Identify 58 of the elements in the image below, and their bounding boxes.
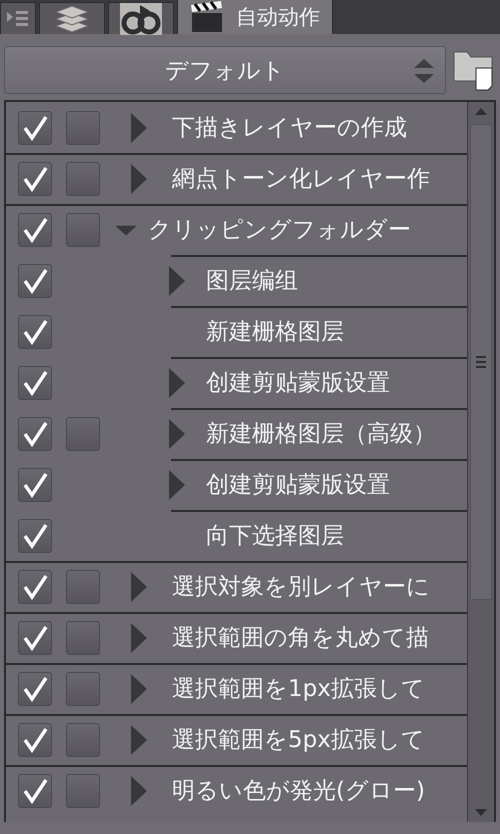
expand-icon[interactable] (129, 622, 147, 652)
dialog-toggle[interactable] (66, 570, 100, 604)
enable-checkbox[interactable] (18, 110, 52, 144)
panel-tab[interactable] (108, 2, 174, 34)
action-name[interactable]: 向下选择图层 (206, 520, 344, 551)
up-down-icon (413, 59, 435, 83)
action-name[interactable]: 新建栅格图层 (206, 316, 344, 347)
expand-icon[interactable] (129, 164, 147, 194)
action-name[interactable]: 创建剪贴蒙版设置 (206, 469, 390, 500)
enable-checkbox[interactable] (18, 722, 52, 756)
action-name[interactable]: 创建剪贴蒙版设置 (206, 367, 390, 398)
action-name[interactable]: 新建栅格图层（高级） (206, 418, 436, 449)
expand-icon[interactable] (129, 724, 147, 754)
expand-icon[interactable] (129, 674, 147, 704)
panel-tab[interactable] (0, 2, 36, 34)
action-name[interactable]: クリッピングフォルダー (148, 214, 411, 245)
action-name[interactable]: 明るい色が発光(グロー) (172, 775, 425, 806)
dialog-toggle[interactable] (66, 162, 100, 196)
dialog-toggle[interactable] (66, 212, 100, 246)
enable-checkbox[interactable] (18, 518, 52, 552)
action-name[interactable]: 選択対象を別レイヤーに (172, 571, 430, 602)
layers-icon (52, 4, 92, 34)
expand-icon[interactable] (129, 572, 147, 602)
action-name[interactable]: 图层编组 (206, 265, 298, 296)
enable-checkbox[interactable] (18, 314, 52, 348)
expand-icon[interactable] (167, 368, 185, 398)
action-name[interactable]: 網点トーン化レイヤー作 (172, 163, 430, 194)
scrollbar[interactable] (467, 102, 494, 822)
panel-tab[interactable]: 自动动作 (177, 0, 333, 34)
dialog-toggle[interactable] (66, 774, 100, 808)
expand-icon[interactable] (167, 418, 185, 448)
expand-icon[interactable] (167, 470, 185, 500)
action-name[interactable]: 下描きレイヤーの作成 (172, 112, 407, 143)
dialog-toggle[interactable] (66, 620, 100, 654)
dialog-toggle[interactable] (66, 110, 100, 144)
expand-icon[interactable] (129, 112, 147, 142)
enable-checkbox[interactable] (18, 366, 52, 400)
enable-checkbox[interactable] (18, 416, 52, 450)
action-name[interactable]: 選択範囲の角を丸めて描 (172, 622, 429, 653)
clapperboard-icon (190, 0, 224, 32)
panel-tab[interactable] (39, 2, 105, 34)
action-set-dropdown[interactable]: デフォルト (4, 46, 446, 94)
enable-checkbox[interactable] (18, 620, 52, 654)
expand-icon[interactable] (167, 266, 185, 296)
enable-checkbox[interactable] (18, 570, 52, 604)
action-name[interactable]: 選択範囲を1px拡張して (172, 673, 425, 704)
dialog-toggle[interactable] (66, 722, 100, 756)
enable-checkbox[interactable] (18, 468, 52, 502)
enable-checkbox[interactable] (18, 162, 52, 196)
enable-checkbox[interactable] (18, 672, 52, 706)
enable-checkbox[interactable] (18, 264, 52, 298)
enable-checkbox[interactable] (18, 212, 52, 246)
dialog-toggle[interactable] (66, 672, 100, 706)
grip-icon[interactable] (475, 355, 487, 369)
enable-checkbox[interactable] (18, 774, 52, 808)
action-name[interactable]: 選択範囲を5px拡張して (172, 724, 425, 755)
expand-icon[interactable] (129, 776, 147, 806)
dialog-toggle[interactable] (66, 416, 100, 450)
